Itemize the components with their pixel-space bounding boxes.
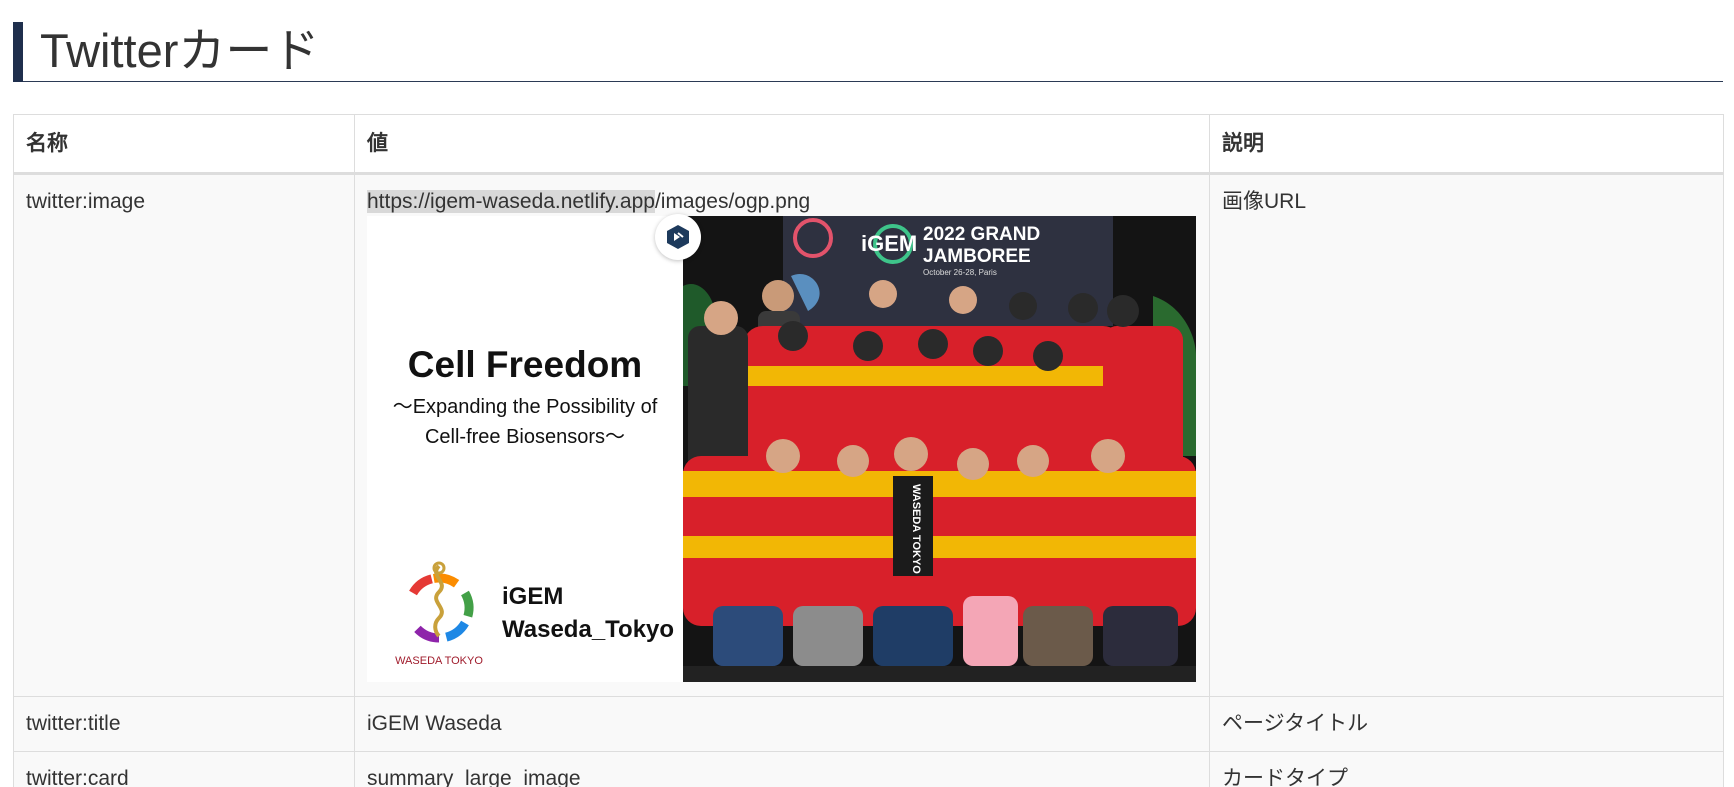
table-row: twitter:card summary_large_image カードタイプ [13, 751, 1724, 787]
jacket-print-text: WASEDA TOKYO [910, 484, 922, 574]
image-url-text[interactable]: https://igem-waseda.netlify.app/images/o… [367, 189, 810, 215]
url-selected-text: https://igem-waseda.netlify.app [367, 190, 655, 213]
og-image-team-line2: Waseda_Tokyo [502, 616, 675, 643]
og-image-text-panel: Cell Freedom 〜Expanding the Possibility … [367, 216, 683, 682]
cell-name: twitter:card [13, 751, 355, 787]
banner-line1: 2022 GRAND [923, 224, 1040, 245]
igem-waseda-logo-icon: WASEDA TOKYO [395, 561, 483, 667]
extension-badge[interactable] [655, 214, 701, 260]
heading-accent-bar [13, 22, 23, 82]
extension-logo-icon [667, 225, 689, 249]
page-title: Twitterカード [40, 24, 320, 77]
banner-date: October 26-28, Paris [923, 268, 997, 277]
og-image-preview: Cell Freedom 〜Expanding the Possibility … [367, 214, 1196, 682]
table-header-row: 名称 値 説明 [13, 114, 1724, 175]
team-photo: iGEM 2022 GRAND JAMBOREE October 26-28, … [683, 216, 1196, 682]
og-image-subtitle: 〜Expanding the Possibility of Cell-free … [367, 392, 683, 452]
cell-name: twitter:title [13, 696, 355, 752]
team-photo-illustration: iGEM 2022 GRAND JAMBOREE October 26-28, … [683, 216, 1196, 682]
og-image-title: Cell Freedom [407, 344, 643, 385]
cell-value: https://igem-waseda.netlify.app/images/o… [354, 173, 1210, 697]
og-image-team-name: iGEM Waseda_Tokyo [502, 580, 674, 646]
cell-description: ページタイトル [1209, 696, 1724, 752]
cell-description: 画像URL [1209, 173, 1724, 697]
cell-name: twitter:image [13, 173, 355, 697]
column-header-value: 値 [354, 114, 1210, 175]
table-row: twitter:image https://igem-waseda.netlif… [13, 173, 1724, 697]
column-header-name: 名称 [13, 114, 355, 175]
url-rest-text: /images/ogp.png [654, 190, 811, 213]
og-image-team-line1: iGEM [502, 583, 564, 610]
banner-igem-text: iGEM [861, 231, 917, 256]
column-header-description: 説明 [1209, 114, 1724, 175]
table-row: twitter:title iGEM Waseda ページタイトル [13, 696, 1724, 752]
page: Twitterカード 名称 値 説明 twitter:image https:/… [0, 0, 1734, 787]
banner-line2: JAMBOREE [923, 246, 1031, 267]
og-image-subtitle-line2: Cell-free Biosensors〜 [424, 426, 626, 448]
cell-value: summary_large_image [354, 751, 1210, 787]
logo-caption: WASEDA TOKYO [395, 655, 483, 667]
cell-value: iGEM Waseda [354, 696, 1210, 752]
meta-table: 名称 値 説明 twitter:image https://igem-wased… [13, 114, 1724, 787]
og-image-subtitle-line1: 〜Expanding the Possibility of [392, 396, 658, 418]
cell-description: カードタイプ [1209, 751, 1724, 787]
section-heading: Twitterカード [13, 20, 1723, 82]
